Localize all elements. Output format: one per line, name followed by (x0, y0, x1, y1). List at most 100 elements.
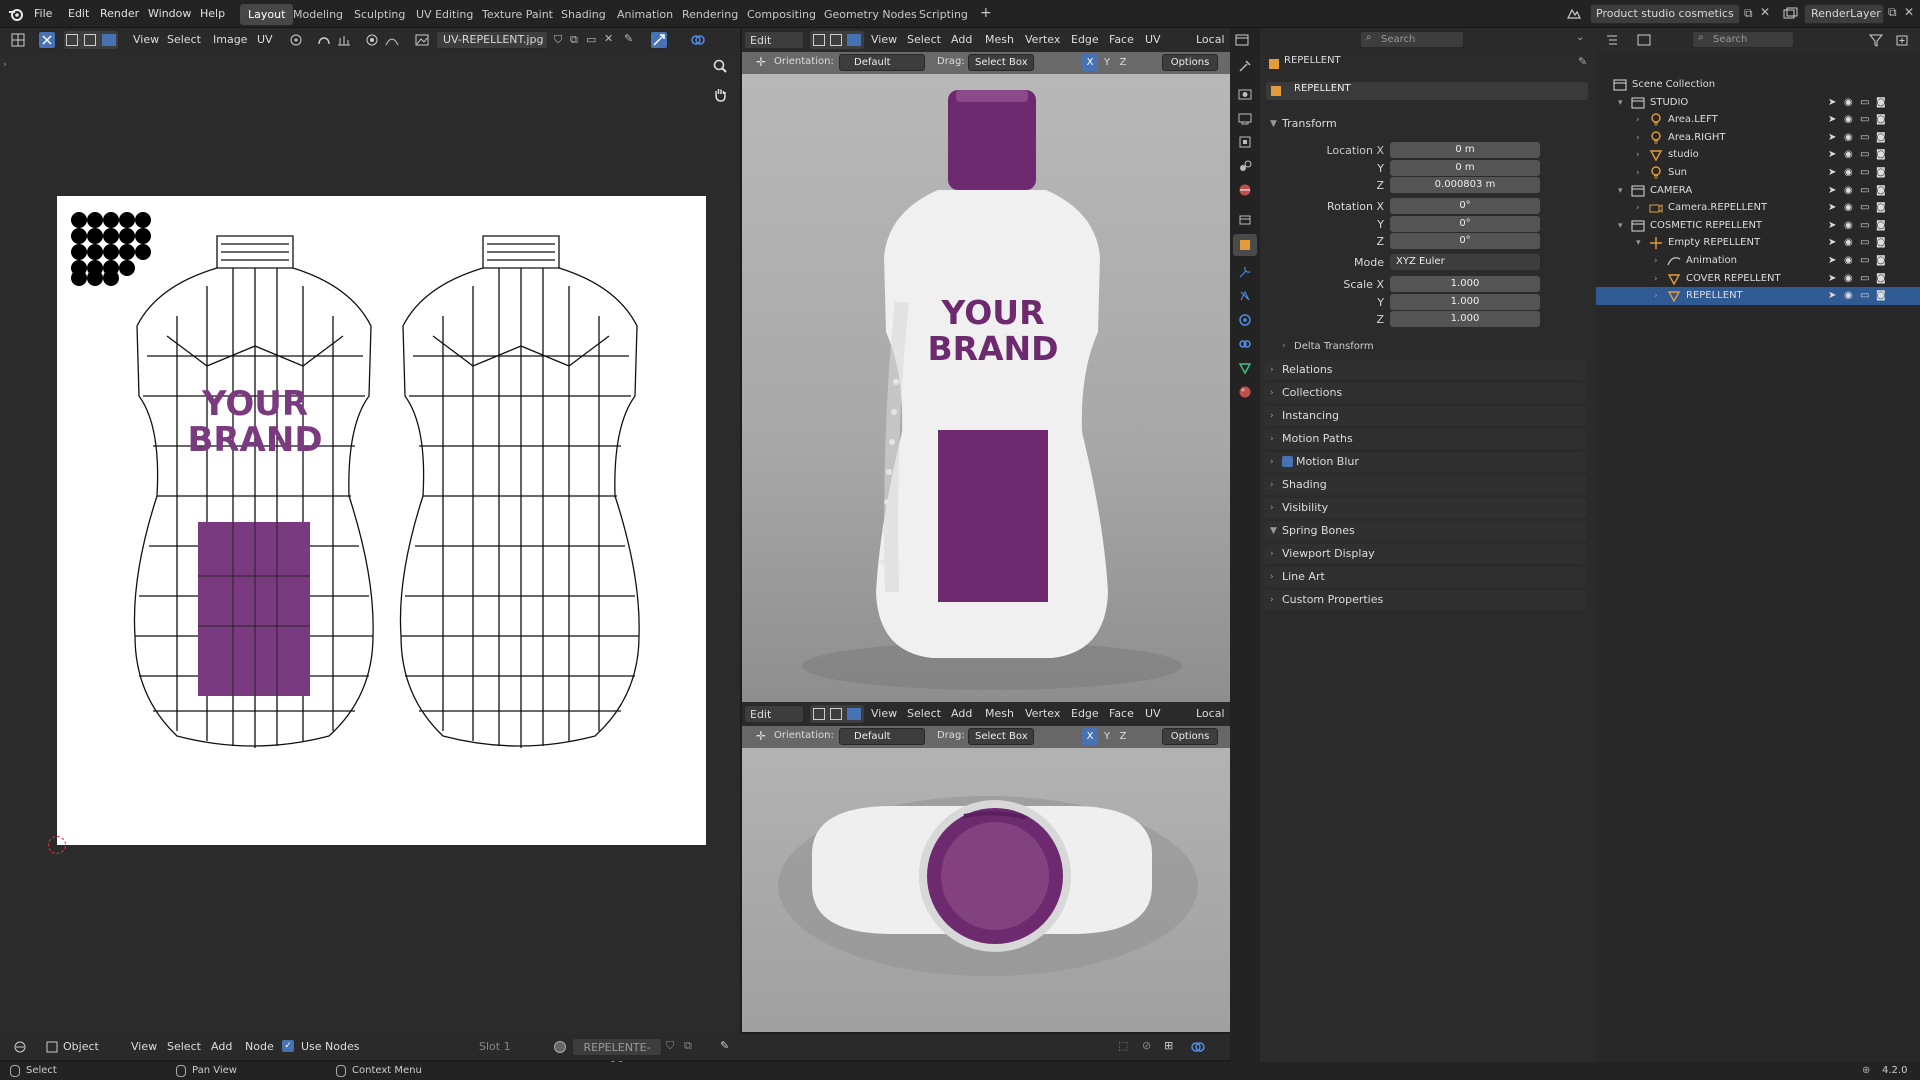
render-toggle-icon[interactable]: ◙ (1876, 199, 1886, 217)
outliner-row[interactable]: ▾ STUDIO ➤ ◉ ▭ ◙ (1596, 94, 1920, 112)
2d-cursor-icon[interactable] (48, 836, 66, 854)
menu-window[interactable]: Window (142, 4, 197, 24)
select-arrow-icon[interactable]: ➤ (1828, 129, 1836, 147)
uv-menu-view[interactable]: View (128, 31, 164, 49)
vp-top-menu-face[interactable]: Face (1104, 31, 1139, 49)
line-art-panel[interactable]: › Line Art (1264, 567, 1586, 587)
select-arrow-icon[interactable]: ➤ (1828, 252, 1836, 270)
editor-type-props-icon[interactable] (1234, 32, 1250, 48)
outliner-row[interactable]: › Camera.REPELLENT ➤ ◉ ▭ ◙ (1596, 199, 1920, 217)
constraints-tab-icon[interactable] (1237, 336, 1253, 352)
physics-tab-icon[interactable] (1237, 312, 1253, 328)
data-tab-icon[interactable] (1237, 360, 1253, 376)
collection-tab-icon[interactable] (1237, 212, 1253, 228)
location-x-field[interactable]: 0 m (1390, 142, 1540, 158)
select-arrow-icon[interactable]: ➤ (1828, 217, 1836, 235)
render-toggle-icon[interactable]: ◙ (1876, 252, 1886, 270)
toolbar-toggle-icon[interactable]: › (3, 60, 7, 70)
render-layer-selector[interactable]: RenderLayer (1804, 4, 1884, 24)
vp-bottom-menu-vertex[interactable]: Vertex (1020, 705, 1065, 723)
eye-icon[interactable]: ◉ (1844, 217, 1853, 235)
object-datablock-field[interactable]: REPELLENT (1266, 82, 1588, 100)
mode-selector-bottom[interactable]: Edit Mode (744, 705, 804, 739)
visibility-panel[interactable]: › Visibility (1264, 498, 1586, 518)
outliner-row[interactable]: ▾ Empty REPELLENT ➤ ◉ ▭ ◙ (1596, 234, 1920, 252)
viewport-toggle-icon[interactable]: ▭ (1860, 146, 1869, 164)
material-name-field[interactable]: REPELENTE-10 (572, 1038, 662, 1072)
scale-x-field[interactable]: 1.000 (1390, 276, 1540, 292)
vp-bottom-menu-add[interactable]: Add (946, 705, 977, 723)
viewport-bottom[interactable]: ✛ Orientation: Default Drag: Select Box … (742, 726, 1230, 1032)
chevron-icon[interactable]: › (1654, 287, 1658, 305)
delete-scene-icon[interactable]: ✕ (1760, 5, 1770, 19)
transform-pivot-top[interactable]: Local (1180, 31, 1230, 49)
chevron-icon[interactable]: ▾ (1618, 217, 1623, 235)
unlink-image-icon[interactable]: ✕ (604, 32, 613, 45)
transform-pivot-bottom[interactable]: Local (1180, 705, 1230, 723)
vp-top-menu-edge[interactable]: Edge (1066, 31, 1104, 49)
new-layer-icon[interactable]: ⧉ (1888, 5, 1897, 20)
chevron-icon[interactable]: › (1654, 270, 1658, 288)
new-collection-icon[interactable] (1894, 32, 1910, 48)
new-scene-icon[interactable]: ⧉ (1744, 6, 1753, 21)
viewport-toggle-icon[interactable]: ▭ (1860, 111, 1869, 129)
tab-shading[interactable]: Shading (553, 4, 614, 25)
select-arrow-icon[interactable]: ➤ (1828, 270, 1836, 288)
properties-options-icon[interactable]: ⌄ (1576, 32, 1584, 43)
vp-top-menu-view[interactable]: View (866, 31, 902, 49)
outliner-row[interactable]: › Area.RIGHT ➤ ◉ ▭ ◙ (1596, 129, 1920, 147)
outliner-type-icon[interactable] (1604, 32, 1620, 48)
rotation-y-field[interactable]: 0° (1390, 216, 1540, 232)
custom-properties-panel[interactable]: › Custom Properties (1264, 590, 1586, 610)
vp-bottom-menu-mesh[interactable]: Mesh (980, 705, 1019, 723)
select-arrow-icon[interactable]: ➤ (1828, 199, 1836, 217)
viewport-toggle-icon[interactable]: ▭ (1860, 182, 1869, 200)
tab-geometry-nodes[interactable]: Geometry Nodes (816, 4, 925, 25)
eye-icon[interactable]: ◉ (1844, 252, 1853, 270)
viewport-top[interactable]: ✛ Orientation: Default Drag: Select Box … (742, 52, 1230, 702)
menu-edit[interactable]: Edit (62, 4, 95, 24)
viewport-toggle-icon[interactable]: ▭ (1860, 217, 1869, 235)
falloff-icon[interactable] (384, 32, 400, 48)
rotation-mode-dropdown[interactable]: XYZ Euler (1390, 254, 1540, 270)
eye-icon[interactable]: ◉ (1844, 146, 1853, 164)
vp-top-menu-vertex[interactable]: Vertex (1020, 31, 1065, 49)
edge-select-icon[interactable] (84, 34, 96, 46)
select-arrow-icon[interactable]: ➤ (1828, 146, 1836, 164)
pan-hand-icon[interactable] (712, 86, 728, 102)
particles-tab-icon[interactable] (1237, 288, 1253, 304)
eye-icon[interactable]: ◉ (1844, 199, 1853, 217)
select-arrow-icon[interactable]: ➤ (1828, 287, 1836, 305)
delete-layer-icon[interactable]: ✕ (1904, 5, 1914, 19)
pin-shader-icon[interactable]: ✎ (720, 1039, 729, 1052)
fake-user-icon[interactable]: ⛉ (554, 33, 562, 47)
select-arrow-icon[interactable]: ➤ (1828, 94, 1836, 112)
outliner-row[interactable]: Scene Collection (1596, 76, 1920, 94)
outliner-search[interactable]: Search (1692, 31, 1794, 48)
render-layer-icon[interactable] (1782, 6, 1798, 22)
collections-panel[interactable]: › Collections (1264, 383, 1586, 403)
viewport-toggle-icon[interactable]: ▭ (1860, 164, 1869, 182)
tab-sculpting[interactable]: Sculpting (346, 4, 413, 25)
editor-type-icon[interactable] (10, 32, 26, 48)
uv-menu-select[interactable]: Select (162, 31, 206, 49)
tab-uv-editing[interactable]: UV Editing (408, 4, 481, 25)
chevron-icon[interactable]: › (1636, 164, 1640, 182)
view-layer-tab-icon[interactable] (1237, 134, 1253, 150)
outliner-row[interactable]: ▾ CAMERA ➤ ◉ ▭ ◙ (1596, 182, 1920, 200)
select-arrow-icon[interactable]: ➤ (1828, 234, 1836, 252)
snap-target-icon[interactable] (336, 32, 352, 48)
snap-node-icon[interactable]: ⬚ (1118, 1039, 1128, 1052)
scene-selector[interactable]: Product studio cosmetics (1590, 4, 1740, 24)
viewport-toggle-icon[interactable]: ▭ (1860, 287, 1869, 305)
select-arrow-icon[interactable]: ➤ (1828, 111, 1836, 129)
spring-bones-panel[interactable]: ▼ Spring Bones (1264, 521, 1586, 541)
render-toggle-icon[interactable]: ◙ (1876, 146, 1886, 164)
new-material-icon[interactable]: ⧉ (684, 1039, 692, 1053)
uv-sync-icon[interactable] (38, 31, 56, 49)
shader-menu-node[interactable]: Node (240, 1038, 279, 1056)
gizmo-toggle-icon[interactable] (650, 31, 668, 49)
vp-bottom-menu-select[interactable]: Select (902, 705, 946, 723)
filter-icon[interactable] (1868, 32, 1884, 48)
shading-panel[interactable]: › Shading (1264, 475, 1586, 495)
